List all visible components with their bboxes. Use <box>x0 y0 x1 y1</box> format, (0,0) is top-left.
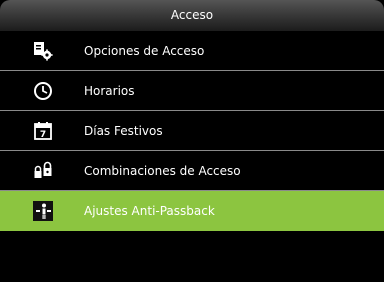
page-title: Acceso <box>170 8 214 22</box>
clock-icon <box>33 81 53 101</box>
menu-item-label: Opciones de Acceso <box>84 43 205 58</box>
access-menu: Opciones de Acceso Horarios 7 Días Festi… <box>0 31 384 231</box>
menu-item-holidays[interactable]: 7 Días Festivos <box>0 111 384 151</box>
menu-item-access-options[interactable]: Opciones de Acceso <box>0 31 384 71</box>
svg-text:7: 7 <box>40 130 46 140</box>
anti-passback-icon <box>33 200 53 221</box>
calendar-icon: 7 <box>33 121 53 141</box>
menu-item-schedules[interactable]: Horarios <box>0 71 384 111</box>
menu-item-label: Ajustes Anti-Passback <box>84 203 215 218</box>
menu-item-label: Combinaciones de Acceso <box>84 163 241 178</box>
access-options-icon <box>33 41 53 61</box>
lock-combination-icon <box>33 161 53 181</box>
menu-item-anti-passback[interactable]: Ajustes Anti-Passback <box>0 191 384 231</box>
title-bar: Acceso <box>0 0 384 31</box>
menu-item-access-combinations[interactable]: Combinaciones de Acceso <box>0 151 384 191</box>
menu-item-label: Horarios <box>84 83 135 98</box>
menu-item-label: Días Festivos <box>84 123 163 138</box>
